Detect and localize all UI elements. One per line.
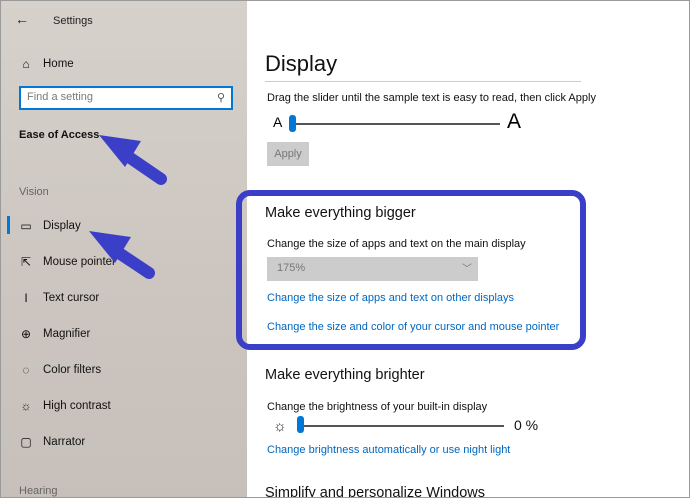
- annotation-arrows: [89, 135, 167, 279]
- settings-window: ← Settings ⌂ Home ⚲ Ease of Access Visio…: [0, 0, 690, 498]
- annotation-arrow-ease: [99, 135, 167, 185]
- annotation-arrow-display: [89, 231, 155, 279]
